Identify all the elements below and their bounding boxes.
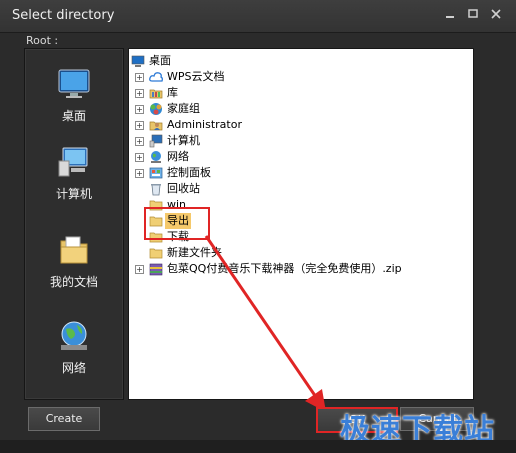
expand-icon[interactable]: + — [135, 169, 144, 178]
expand-icon[interactable]: + — [135, 89, 144, 98]
place-network[interactable]: 网络 — [25, 319, 123, 376]
network-icon — [151, 151, 161, 163]
place-documents[interactable]: 我的文档 — [25, 233, 123, 290]
places-panel: 桌面 计算机 我的文档 网络 — [24, 48, 124, 400]
close-icon[interactable] — [486, 6, 506, 24]
tree-label: 网络 — [167, 150, 189, 163]
expand-icon[interactable]: + — [135, 153, 144, 162]
recycle-bin-icon — [151, 184, 161, 196]
tree-label: 导出 — [165, 213, 191, 229]
place-desktop[interactable]: 桌面 — [25, 67, 123, 124]
tree-label: 库 — [167, 86, 178, 99]
tree-label: 桌面 — [149, 54, 171, 67]
bottom-strip — [0, 440, 516, 453]
window-title: Select directory — [12, 8, 115, 23]
computer-icon — [57, 145, 91, 179]
tree-label: 家庭组 — [167, 102, 200, 115]
expand-icon[interactable]: + — [135, 105, 144, 114]
folder-icon — [149, 248, 163, 259]
create-button[interactable]: Create — [28, 407, 100, 431]
tree-label: 控制面板 — [167, 166, 211, 179]
directory-tree[interactable]: 桌面 + WPS云文档 + 库 + 家庭组 + Administrator + — [128, 48, 474, 400]
tree-label: 下载 — [167, 230, 189, 243]
maximize-icon[interactable] — [463, 6, 483, 24]
expand-icon[interactable]: + — [135, 121, 144, 130]
tree-label: 回收站 — [167, 182, 200, 195]
root-label: Root : — [26, 34, 59, 47]
folder-icon — [149, 232, 163, 243]
minimize-icon[interactable] — [440, 6, 460, 24]
homegroup-icon — [150, 103, 162, 115]
cloud-icon — [149, 72, 163, 82]
desktop-icon — [57, 67, 91, 101]
place-label: 桌面 — [61, 109, 86, 123]
place-label: 计算机 — [55, 187, 92, 201]
expand-icon[interactable]: + — [135, 137, 144, 146]
computer-icon — [149, 134, 163, 148]
tree-label: WPS云文档 — [167, 70, 225, 83]
tree-label: win — [167, 198, 187, 211]
zip-archive-icon — [149, 263, 163, 276]
place-label: 网络 — [61, 361, 86, 375]
user-folder-icon — [149, 121, 163, 131]
tree-label: 新建文件夹 — [167, 246, 222, 259]
expand-icon[interactable]: + — [135, 265, 144, 274]
folder-icon — [149, 216, 163, 227]
desktop-icon — [131, 55, 145, 67]
documents-folder-icon — [57, 233, 91, 267]
control-panel-icon — [149, 167, 163, 179]
folder-icon — [149, 200, 163, 211]
expand-icon[interactable]: + — [135, 73, 144, 82]
title-bar: Select directory — [0, 0, 516, 33]
place-label: 我的文档 — [49, 275, 98, 289]
tree-label: Administrator — [167, 118, 242, 131]
network-globe-icon — [57, 319, 91, 353]
library-folder-icon — [149, 89, 163, 99]
place-computer[interactable]: 计算机 — [25, 145, 123, 202]
tree-label: 包菜QQ付费音乐下载神器（完全免费使用）.zip — [167, 262, 402, 275]
tree-label: 计算机 — [167, 134, 200, 147]
